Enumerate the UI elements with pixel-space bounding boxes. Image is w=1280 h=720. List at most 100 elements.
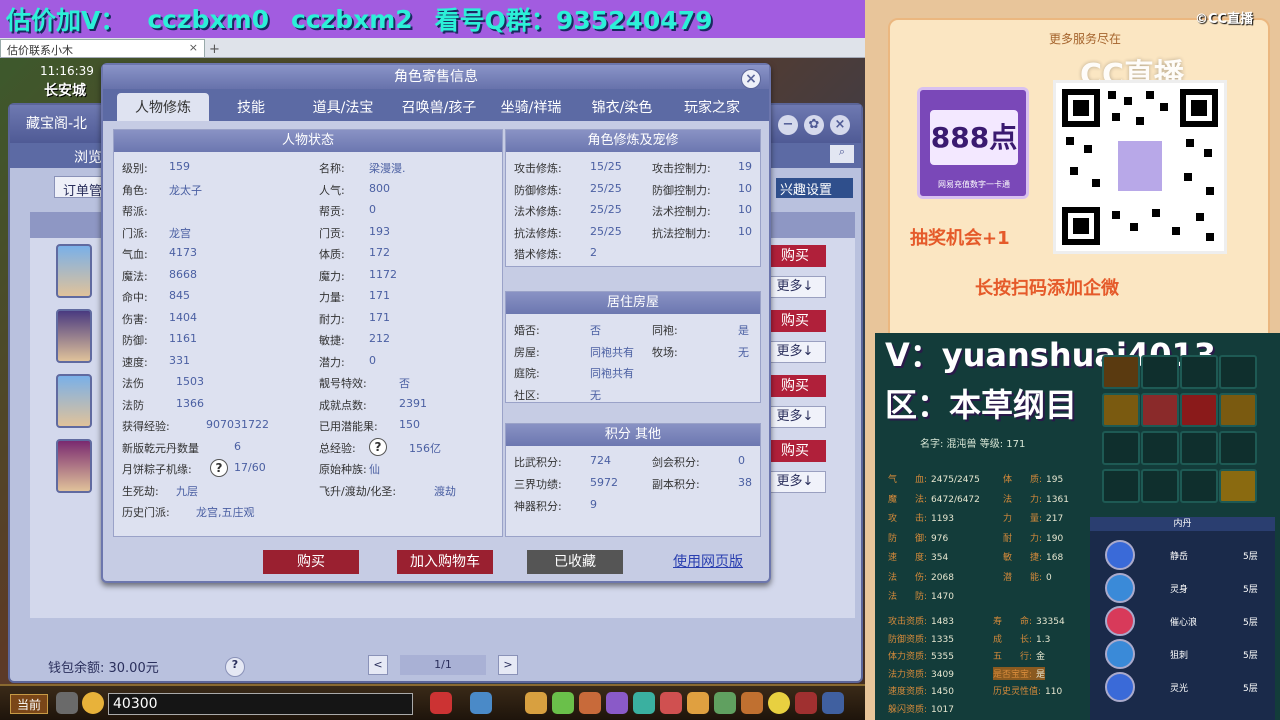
tab-cultivation[interactable]: 人物修炼 bbox=[117, 93, 209, 121]
task-icon[interactable] bbox=[633, 692, 655, 714]
pet-skill-slot[interactable] bbox=[1141, 469, 1179, 503]
face-icon[interactable] bbox=[768, 692, 790, 714]
qr-code bbox=[1053, 80, 1227, 254]
pet-icon[interactable] bbox=[606, 692, 628, 714]
pet-skill-slot[interactable] bbox=[1219, 469, 1257, 503]
buy-button[interactable]: 购买 bbox=[263, 550, 359, 574]
friend-icon[interactable] bbox=[714, 692, 736, 714]
inner-core-icon[interactable] bbox=[1105, 540, 1135, 570]
avatar[interactable] bbox=[56, 244, 92, 298]
chat-channel-button[interactable]: 当前 bbox=[10, 694, 48, 714]
tab-home[interactable]: 玩家之家 bbox=[667, 93, 757, 121]
pet-skill-slot[interactable] bbox=[1180, 431, 1218, 465]
help-icon[interactable]: ? bbox=[369, 437, 387, 456]
avatar[interactable] bbox=[56, 309, 92, 363]
pet-skill-slot[interactable] bbox=[1102, 393, 1140, 427]
tab-items[interactable]: 道具/法宝 bbox=[293, 93, 393, 121]
system-icon[interactable] bbox=[741, 692, 763, 714]
avatar[interactable] bbox=[56, 374, 92, 428]
more-button[interactable]: 更多↓ bbox=[764, 471, 826, 493]
pet-skill-slot[interactable] bbox=[1180, 355, 1218, 389]
dialog-close-button[interactable]: × bbox=[741, 69, 761, 89]
help-icon[interactable]: ? bbox=[225, 657, 245, 677]
pet-apt-value: 110 bbox=[1045, 687, 1063, 697]
trade-icon[interactable] bbox=[552, 692, 574, 714]
inner-core-name: 灵身 bbox=[1170, 585, 1189, 595]
status-label: 命中: bbox=[122, 291, 148, 304]
guild-icon[interactable] bbox=[660, 692, 682, 714]
minimize-button[interactable]: − bbox=[778, 115, 798, 135]
pet-skill-slot[interactable] bbox=[1102, 469, 1140, 503]
pet-skill-slot[interactable] bbox=[1180, 469, 1218, 503]
team-icon[interactable] bbox=[579, 692, 601, 714]
more-button[interactable]: 更多↓ bbox=[764, 276, 826, 298]
new-tab-icon[interactable]: + bbox=[209, 42, 220, 57]
gift-icon[interactable] bbox=[795, 692, 817, 714]
voice-icon[interactable] bbox=[56, 692, 78, 714]
web-version-link[interactable]: 使用网页版 bbox=[663, 550, 753, 574]
inner-core-name: 静岳 bbox=[1170, 552, 1189, 562]
inner-core-icon[interactable] bbox=[1105, 639, 1135, 669]
help-icon[interactable]: ? bbox=[210, 459, 228, 477]
status-label: 总经验: bbox=[319, 441, 356, 455]
game-bottom-bar: 当前 40300 bbox=[0, 684, 865, 720]
attack-icon[interactable] bbox=[430, 692, 452, 714]
pc-icon[interactable] bbox=[822, 692, 844, 714]
quick-icon[interactable] bbox=[687, 692, 709, 714]
browser-tab[interactable]: 估价联系小木 × bbox=[0, 39, 205, 57]
pet-skill-slot[interactable] bbox=[1180, 393, 1218, 427]
buy-button[interactable]: 购买 bbox=[764, 375, 826, 397]
house-value: 无 bbox=[738, 345, 749, 359]
cultivation-value: 25/25 bbox=[590, 203, 622, 216]
next-page-button[interactable]: > bbox=[498, 655, 518, 675]
pet-stat: 法 防: 1470 bbox=[888, 589, 954, 602]
avatar[interactable] bbox=[56, 439, 92, 493]
give-icon[interactable] bbox=[525, 692, 547, 714]
pet-skill-slot[interactable] bbox=[1219, 355, 1257, 389]
banner-text-4: 看号Q群：935240479 bbox=[434, 6, 713, 35]
more-button[interactable]: 更多↓ bbox=[764, 341, 826, 363]
inner-core-icon[interactable] bbox=[1105, 573, 1135, 603]
close-button[interactable]: × bbox=[830, 115, 850, 135]
emoji-icon[interactable] bbox=[82, 692, 104, 714]
buy-button[interactable]: 购买 bbox=[764, 245, 826, 267]
status-label: 气血: bbox=[122, 248, 148, 261]
favorited-button[interactable]: 已收藏 bbox=[527, 550, 623, 574]
chat-input[interactable]: 40300 bbox=[108, 693, 413, 715]
pet-skill-slot[interactable] bbox=[1102, 355, 1140, 389]
buy-button[interactable]: 购买 bbox=[764, 310, 826, 332]
status-label: 魔法: bbox=[122, 269, 148, 283]
points-value: 724 bbox=[590, 454, 611, 467]
pet-skill-slot[interactable] bbox=[1219, 393, 1257, 427]
pet-skill-slot[interactable] bbox=[1141, 393, 1179, 427]
pet-skill-slot[interactable] bbox=[1141, 355, 1179, 389]
inner-core-icon[interactable] bbox=[1105, 672, 1135, 702]
buy-button[interactable]: 购买 bbox=[764, 440, 826, 462]
tab-mounts[interactable]: 坐骑/祥瑞 bbox=[485, 93, 577, 121]
tab-pets[interactable]: 召唤兽/孩子 bbox=[393, 93, 485, 121]
status-label: 生死劫: bbox=[122, 484, 159, 498]
page-indicator: 1/1 bbox=[400, 655, 486, 675]
settings-icon[interactable]: ✿ bbox=[804, 115, 824, 135]
tab-skills[interactable]: 技能 bbox=[209, 93, 293, 121]
inner-core-icon[interactable] bbox=[1105, 606, 1135, 636]
pet-apt-label: 攻击资质: bbox=[888, 617, 928, 627]
cultivation-value: 10 bbox=[738, 203, 752, 216]
pet-skill-slot[interactable] bbox=[1219, 431, 1257, 465]
more-button[interactable]: 更多↓ bbox=[764, 406, 826, 428]
pet-skill-slot[interactable] bbox=[1102, 431, 1140, 465]
pet-aptitude: 历史灵性值: 110 bbox=[993, 684, 1062, 697]
close-icon[interactable]: × bbox=[189, 41, 198, 54]
pet-aptitude: 速度资质: 1450 bbox=[888, 684, 954, 697]
item-icon[interactable] bbox=[470, 692, 492, 714]
pet-skill-slot[interactable] bbox=[1141, 431, 1179, 465]
status-label: 法伤 bbox=[122, 377, 144, 390]
interest-settings-button[interactable]: 兴趣设置 bbox=[776, 178, 853, 198]
status-label: 门派: bbox=[122, 226, 148, 240]
search-icon[interactable]: ⌕ bbox=[830, 145, 854, 163]
tab-outfits[interactable]: 锦衣/染色 bbox=[577, 93, 667, 121]
cultivation-label: 法术修炼: bbox=[514, 205, 562, 218]
prev-page-button[interactable]: < bbox=[368, 655, 388, 675]
add-to-cart-button[interactable]: 加入购物车 bbox=[397, 550, 493, 574]
pet-apt-label: 历史灵性值: bbox=[993, 687, 1042, 697]
